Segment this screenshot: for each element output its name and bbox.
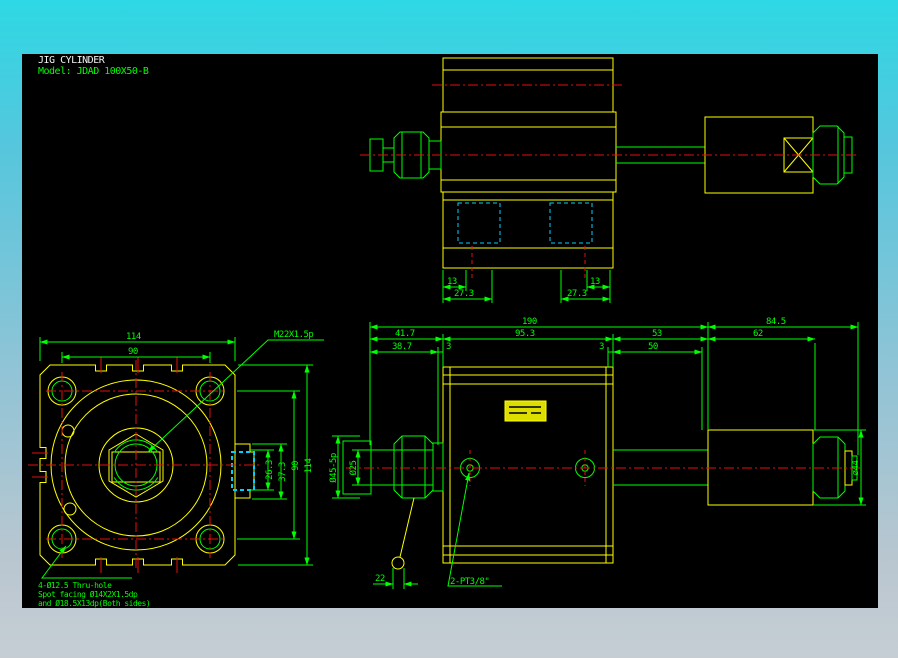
nameplate (504, 400, 547, 422)
port-label: 2-PT3/8" (450, 577, 489, 587)
dim-cap-84-5: 84.5 (766, 317, 786, 327)
dim-block-62: 62 (753, 329, 763, 339)
dim-total-190: 190 (522, 317, 537, 327)
dim-gap-left-3: 3 (446, 342, 451, 352)
dim-width-114: 114 (126, 332, 141, 342)
dim-27-3-right: 27.3 (567, 289, 587, 299)
dim-stroke-50: 50 (648, 342, 658, 352)
dim-27-3-left: 27.3 (454, 289, 474, 299)
dim-nut-dia: Ø45-5p (328, 453, 339, 483)
note-line-3: and Ø18.5X13dp(Both sides) (38, 598, 150, 608)
dim-body-95-3: 95.3 (515, 329, 535, 339)
cad-window: JIG CYLINDER Model: JDAD 100X50-B 13 27.… (0, 0, 898, 658)
dim-flats-22: 22 (375, 574, 385, 584)
dim-slot-26-3: 26.3 (265, 460, 275, 480)
note-line-2: Spot facing Ø14X2X1.5dp (38, 589, 138, 599)
dim-gap-right-3: 3 (599, 342, 604, 352)
dim-13-right: 13 (590, 277, 600, 287)
dim-rod-dia: Ø25 (348, 461, 359, 476)
drawing-canvas: JIG CYLINDER Model: JDAD 100X50-B 13 27.… (22, 54, 878, 608)
drawing-title: JIG CYLINDER (38, 55, 106, 66)
dim-right-53: 53 (652, 329, 662, 339)
dim-rod-41-7: 41.7 (395, 329, 415, 339)
dim-height-114: 114 (304, 459, 314, 474)
dim-cap-dia: ø44 (851, 461, 861, 476)
dim-rod-38-7: 38.7 (392, 342, 412, 352)
dim-boss-37-3: 37.3 (278, 462, 288, 482)
thread-label: M22X1.5p (274, 330, 313, 340)
drawing-model: Model: JDAD 100X50-B (38, 66, 149, 77)
dim-13-left: 13 (447, 277, 457, 287)
dim-width-90: 90 (128, 347, 138, 357)
dim-height-90: 90 (291, 461, 301, 471)
note-line-1: 4-Ø12.5 Thru-hole (38, 580, 112, 590)
